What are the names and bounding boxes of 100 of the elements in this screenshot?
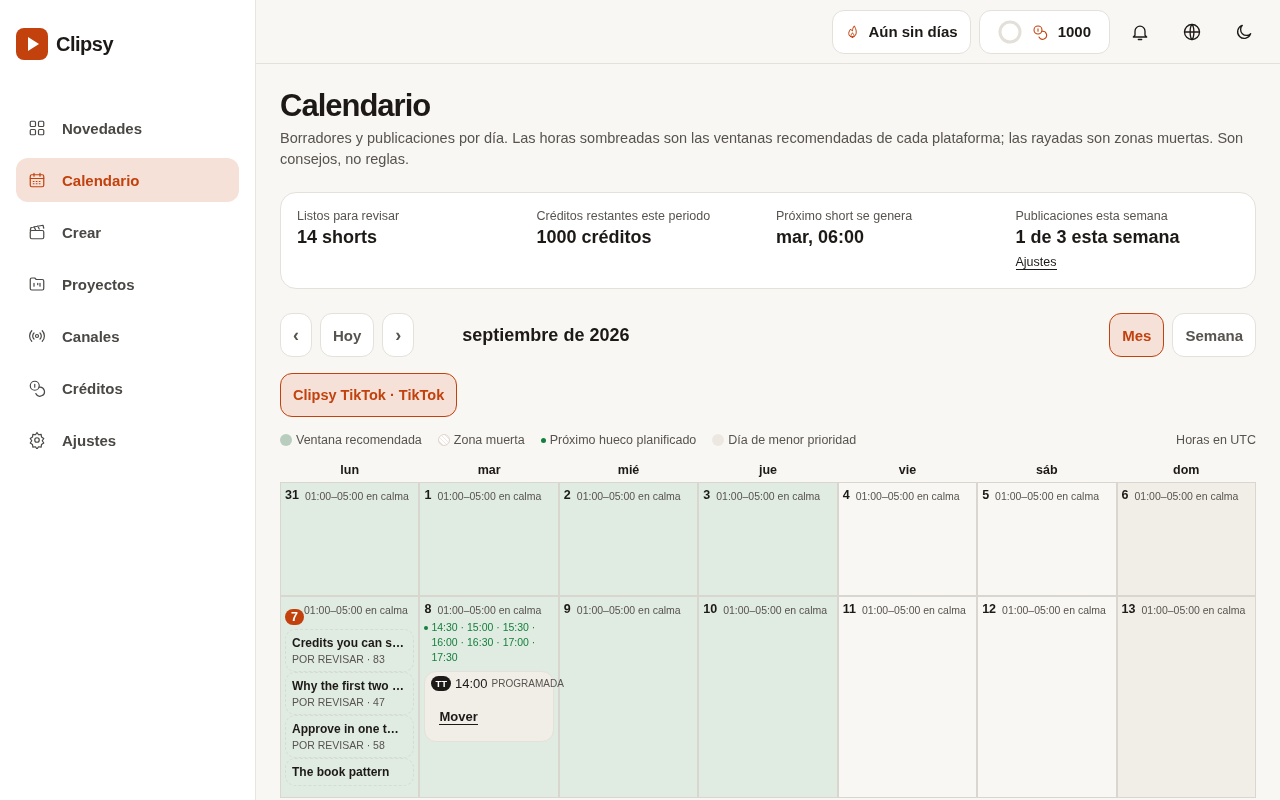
legend-label: Ventana recomendada [296, 433, 422, 447]
next-slot-dot [424, 626, 429, 630]
month-title: septiembre de 2026 [462, 324, 630, 346]
settings-link[interactable]: Ajustes [1015, 255, 1057, 270]
settings-icon [28, 431, 46, 449]
draft-card[interactable]: Why the first two … POR REVISAR · 47 [285, 672, 415, 715]
stat-value: 1 de 3 esta semana [1015, 227, 1181, 248]
day-cell[interactable]: 3 01:00–05:00 en calma [699, 483, 837, 595]
day-number: 2 [563, 488, 571, 502]
day-note: 01:00–05:00 en calma [716, 489, 821, 504]
day-number: 13 [1121, 602, 1136, 616]
day-cell[interactable]: 4 01:00–05:00 en calma [838, 483, 977, 595]
draft-card[interactable]: The book pattern [285, 758, 415, 786]
stat-label: Listos para revisar [297, 209, 401, 223]
sidebar-item[interactable]: Crear [16, 210, 239, 254]
post-time: 14:00 [455, 676, 488, 691]
page-subtitle: Borradores y publicaciones por día. Las horas sombreadas son las ventanas recomendadas de cada plataforma; las rayadas son zonas muertas. Son consejos, no reglas. [280, 129, 1245, 169]
sidebar-item[interactable]: Créditos [16, 366, 239, 410]
day-cell[interactable]: 12 01:00–05:00 en calma [978, 597, 1116, 797]
legend-label: Próximo hueco planificado [549, 433, 697, 447]
stat-label: Créditos restantes este periodo [536, 209, 712, 223]
day-number: 31 [285, 488, 299, 502]
grid-icon [28, 119, 46, 137]
sidebar-item[interactable]: Proyectos [16, 262, 239, 306]
legend-label: Día de menor prioridad [728, 433, 857, 447]
folder-icon [28, 275, 46, 293]
weekday-label: lun [339, 463, 361, 479]
day-note: 01:00–05:00 en calma [576, 603, 681, 618]
draft-title: Approve in one t… [292, 722, 400, 736]
day-cell[interactable]: 1 01:00–05:00 en calma [420, 483, 558, 595]
sidebar-item[interactable]: Ajustes [16, 418, 239, 462]
clapperboard-icon [28, 223, 46, 241]
stat-label: Próximo short se genera [776, 209, 914, 223]
dead-zone-swatch [437, 434, 450, 446]
next-button[interactable]: › [382, 313, 415, 357]
day-note: 01:00–05:00 en calma [437, 489, 542, 504]
draft-title: Credits you can s… [292, 636, 406, 650]
day-note: 01:00–05:00 en calma [855, 489, 960, 504]
day-note: 01:00–05:00 en calma [1002, 603, 1106, 618]
calendar-icon [28, 171, 46, 189]
coins-icon [1031, 23, 1048, 40]
day-note: 01:00–05:00 en calma [995, 489, 1099, 504]
draft-title: Why the first two … [292, 679, 405, 693]
weekday-label: dom [1172, 463, 1201, 479]
day-cell[interactable]: 11 01:00–05:00 en calma [838, 597, 977, 797]
day-note: 01:00–05:00 en calma [723, 603, 828, 618]
previous-button[interactable]: ‹ [280, 313, 312, 357]
sidebar-item[interactable]: Canales [16, 314, 239, 358]
streak-button[interactable]: Aún sin días [832, 9, 971, 54]
sidebar-item[interactable]: Calendario [16, 158, 239, 202]
stat-label: Publicaciones esta semana [1015, 209, 1169, 223]
sidebar-item[interactable]: Novedades [16, 106, 239, 150]
day-note: 01:00–05:00 en calma [303, 603, 408, 618]
day-number: 10 [703, 602, 718, 616]
channel-filter[interactable]: Clipsy TikTok · TikTok [280, 373, 458, 417]
day-note: 01:00–05:00 en calma [861, 603, 966, 618]
draft-card[interactable]: Credits you can s… POR REVISAR · 83 [285, 629, 415, 672]
day-note: 01:00–05:00 en calma [1134, 489, 1239, 504]
language-icon [1182, 21, 1202, 42]
day-cell[interactable]: 7 01:00–05:00 en calma Credits you can s… POR REVISAR · 83 Why the first two … POR REVISAR · 47 Approve in one t… POR REVISAR · 58 The book pattern [281, 597, 419, 797]
brand-name: Clipsy [56, 32, 114, 56]
day-cell[interactable]: 31 01:00–05:00 en calma [281, 483, 419, 595]
next-slot-dot [540, 437, 546, 443]
weekday-label: mar [476, 463, 502, 479]
day-number: 9 [563, 602, 571, 616]
day-number: 1 [424, 488, 432, 502]
credits-button[interactable]: 1000 [978, 9, 1110, 54]
view-tab[interactable]: Semana [1172, 313, 1256, 357]
ring-icon [997, 19, 1022, 44]
day-number: 12 [982, 602, 997, 616]
recommended-swatch [280, 434, 292, 446]
day-note: 01:00–05:00 en calma [437, 603, 542, 618]
day-cell[interactable]: 2 01:00–05:00 en calma [559, 483, 698, 595]
weekday-label: mié [616, 463, 641, 479]
draft-status: POR REVISAR · 47 [292, 696, 386, 708]
day-cell[interactable]: 5 01:00–05:00 en calma [978, 483, 1116, 595]
day-note: 01:00–05:00 en calma [576, 489, 681, 504]
legend-label: Zona muerta [453, 433, 525, 447]
stat-value: mar, 06:00 [776, 227, 866, 248]
day-number: 8 [424, 602, 432, 616]
day-note: 01:00–05:00 en calma [1141, 603, 1246, 618]
day-cell[interactable]: 13 01:00–05:00 en calma [1117, 597, 1255, 797]
draft-title: The book pattern [292, 765, 391, 779]
stat-value: 1000 créditos [536, 227, 653, 248]
move-link[interactable]: Mover [439, 709, 478, 725]
day-note: 01:00–05:00 en calma [304, 489, 409, 504]
day-number: 11 [842, 602, 856, 616]
page-title: Calendario [280, 88, 432, 124]
weekday-label: vie [897, 463, 918, 479]
view-tab[interactable]: Mes [1109, 313, 1165, 357]
day-cell[interactable]: 6 01:00–05:00 en calma [1117, 483, 1255, 595]
logo-icon [16, 28, 48, 60]
day-number: 3 [703, 488, 711, 502]
timezone-label: Horas en UTC [1176, 433, 1256, 447]
draft-card[interactable]: Approve in one t… POR REVISAR · 58 [285, 715, 415, 758]
day-cell[interactable]: 10 01:00–05:00 en calma [699, 597, 837, 797]
draft-status: POR REVISAR · 83 [292, 653, 386, 665]
day-number: 5 [982, 488, 990, 502]
today-button[interactable]: Hoy [320, 313, 375, 357]
platform-badge: TT [431, 676, 452, 691]
